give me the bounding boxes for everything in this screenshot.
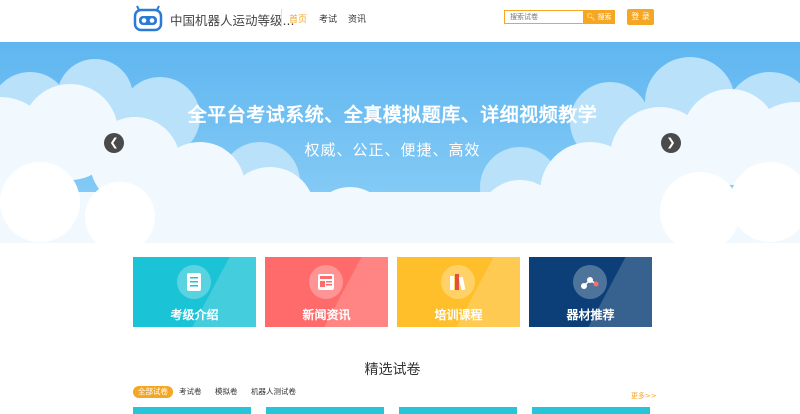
tile-label: 器材推荐 xyxy=(566,308,615,322)
tile-news[interactable]: 新闻资讯 xyxy=(265,257,388,327)
carousel-prev-button[interactable]: ❮ xyxy=(104,133,124,153)
tile-training[interactable]: 培训课程 xyxy=(397,257,520,327)
paper-card[interactable] xyxy=(399,407,517,414)
section-title: 精选试卷 xyxy=(364,362,421,378)
more-link[interactable]: 更多>> xyxy=(631,391,657,401)
tab-all-papers[interactable]: 全部试卷 xyxy=(133,386,173,398)
robot-logo-icon[interactable] xyxy=(133,5,163,32)
molecule-icon xyxy=(581,277,599,289)
header-divider xyxy=(281,9,282,27)
site-title[interactable]: 中国机器人运动等级... xyxy=(170,10,294,29)
newspaper-icon xyxy=(318,274,334,290)
paper-card[interactable] xyxy=(532,407,650,414)
document-list-icon xyxy=(187,273,201,291)
search-icon: 🔍︎ xyxy=(586,13,596,21)
tile-exam-intro[interactable]: 考级介绍 xyxy=(133,257,256,327)
top-header: 中国机器人运动等级... 首页 考试 资讯 🔍︎ 搜索 登 录 xyxy=(0,0,800,42)
tile-label: 培训课程 xyxy=(434,308,483,322)
search-button[interactable]: 🔍︎ 搜索 xyxy=(583,10,615,24)
nav-home[interactable]: 首页 xyxy=(289,12,307,25)
hero-banner: 全平台考试系统、全真模拟题库、详细视频教学 权威、公正、便捷、高效 ❮ ❯ xyxy=(0,42,800,243)
carousel-indicators xyxy=(380,233,401,243)
carousel-next-button[interactable]: ❯ xyxy=(661,133,681,153)
login-button[interactable]: 登 录 xyxy=(627,9,654,25)
banner-title: 全平台考试系统、全真模拟题库、详细视频教学 xyxy=(187,104,598,126)
search-input[interactable] xyxy=(504,10,584,24)
chevron-right-icon: ❯ xyxy=(666,136,676,149)
chevron-left-icon: ❮ xyxy=(109,136,119,149)
tab-robot-papers[interactable]: 机器人测试卷 xyxy=(251,386,296,398)
paper-card[interactable] xyxy=(266,407,384,414)
nav-exam[interactable]: 考试 xyxy=(319,12,337,25)
tile-label: 考级介绍 xyxy=(170,308,219,322)
nav-news[interactable]: 资讯 xyxy=(348,12,366,25)
tile-equipment[interactable]: 器材推荐 xyxy=(529,257,652,327)
tile-label: 新闻资讯 xyxy=(302,308,351,322)
paper-card[interactable] xyxy=(133,407,251,414)
search-button-label: 搜索 xyxy=(597,13,612,21)
tab-exam-papers[interactable]: 考试卷 xyxy=(179,386,202,398)
books-icon xyxy=(450,274,466,291)
tab-mock-papers[interactable]: 模拟卷 xyxy=(215,386,238,398)
